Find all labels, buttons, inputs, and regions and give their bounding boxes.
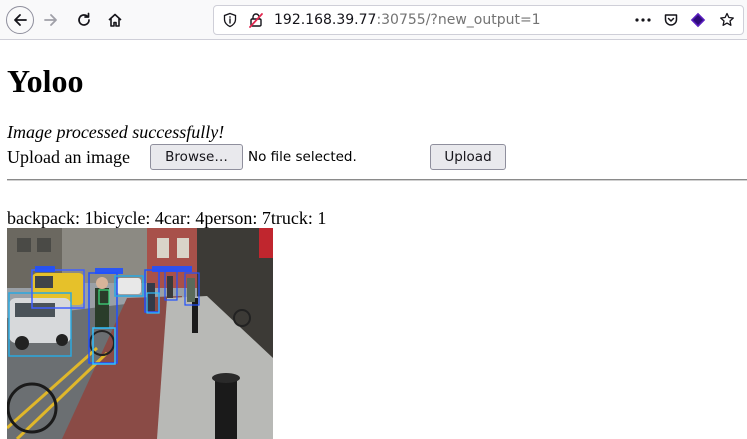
home-icon [108, 13, 122, 27]
url-text[interactable]: 192.168.39.77:30755/?new_output=1 [274, 12, 541, 28]
detection-counts: backpack: 1bicycle: 4car: 4person: 7truc… [7, 208, 327, 228]
browser-toolbar: 192.168.39.77:30755/?new_output=1 [0, 0, 747, 40]
upload-form: Upload an image Browse… No file selected… [7, 143, 747, 171]
address-bar[interactable]: 192.168.39.77:30755/?new_output=1 [213, 5, 744, 35]
upload-label: Upload an image [7, 147, 130, 167]
result-image [7, 228, 273, 439]
star-icon[interactable] [719, 12, 735, 32]
pocket-icon[interactable] [663, 12, 679, 32]
info-icon[interactable] [222, 12, 238, 32]
browse-button[interactable]: Browse… [150, 144, 243, 170]
divider [7, 179, 747, 181]
file-status: No file selected. [248, 149, 357, 165]
status-message: Image processed successfully! [7, 122, 225, 142]
street-scene-illustration [7, 228, 273, 439]
page-title: Yoloo [7, 63, 84, 99]
forward-button[interactable] [37, 6, 65, 34]
reload-button[interactable] [70, 6, 98, 34]
upload-button[interactable]: Upload [430, 144, 506, 170]
arrow-left-icon [14, 14, 27, 26]
more-dots-icon[interactable] [634, 12, 652, 32]
home-button[interactable] [101, 6, 129, 34]
url-host: 192.168.39.77 [274, 12, 377, 28]
back-button[interactable] [6, 6, 34, 34]
url-path: :30755/?new_output=1 [376, 12, 541, 28]
arrow-right-icon [44, 14, 57, 26]
reload-icon [78, 12, 90, 26]
extension-icon[interactable] [690, 12, 706, 32]
insecure-lock-icon[interactable] [248, 12, 264, 32]
